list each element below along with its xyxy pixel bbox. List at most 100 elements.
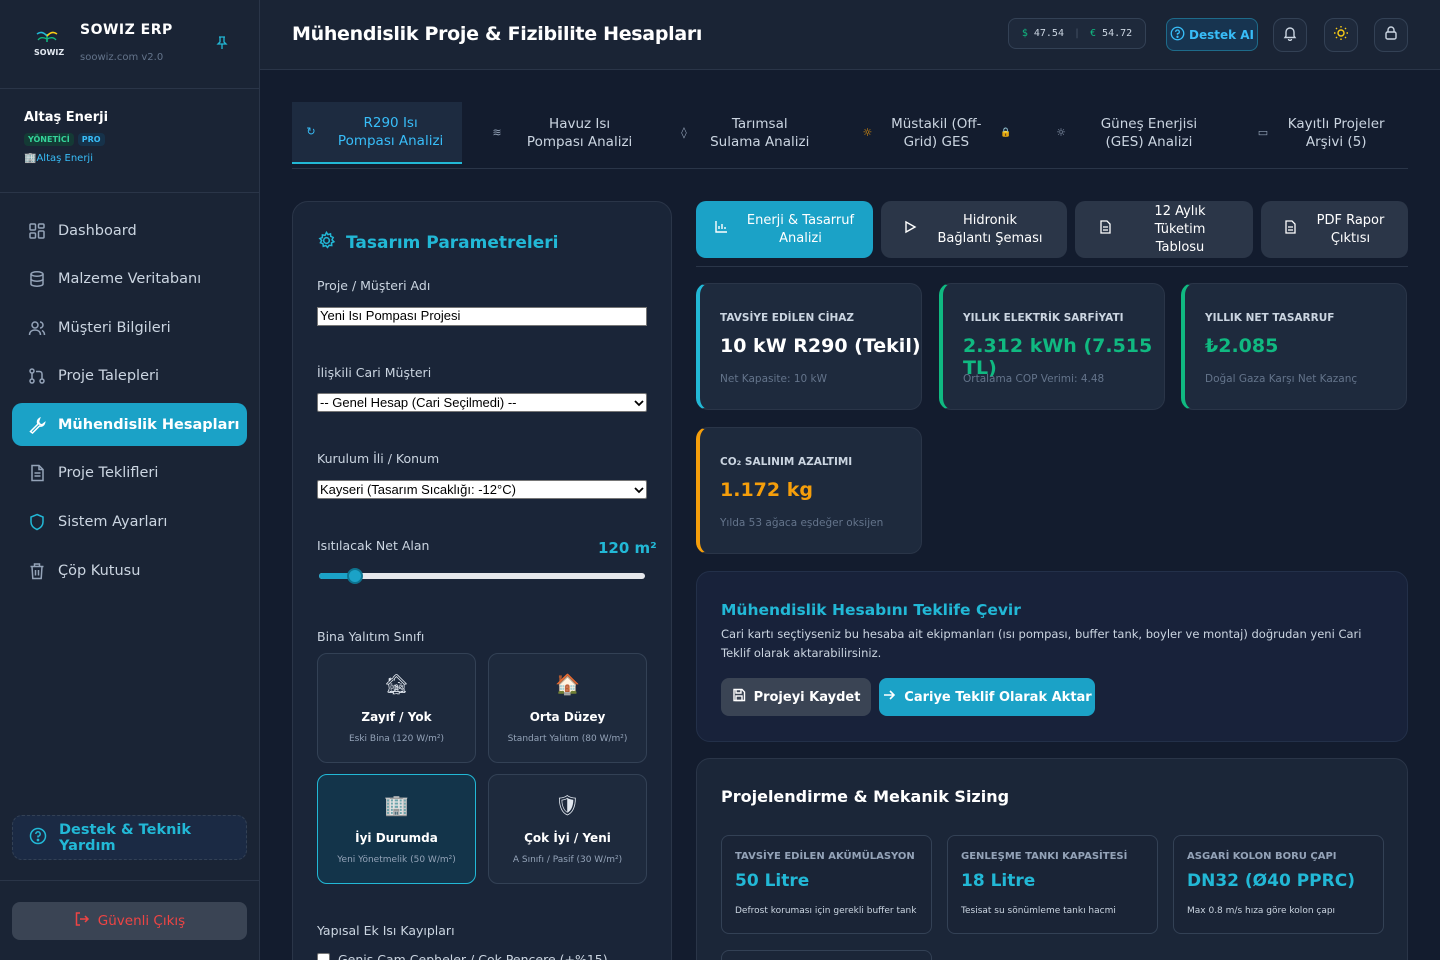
option-subtitle: Standart Yalıtım (80 W/m²) — [507, 734, 628, 744]
sun-icon: ☼ — [862, 126, 873, 139]
brand-header: SOWIZ SOWIZ ERP soowiz.com v2.0 — [0, 0, 259, 89]
tab-off-grid[interactable]: ☼ Müstakil (Off-Grid) GES 🔒 — [852, 102, 1022, 164]
stat-note: Yılda 53 ağaca eşdeğer oksijen — [720, 517, 884, 529]
stat-note: Net Kapasite: 10 kW — [720, 373, 828, 385]
company-name: Altaş Enerji — [24, 110, 109, 125]
chevron-down-icon — [634, 395, 644, 410]
transfer-offer-button[interactable]: Cariye Teklif Olarak Aktar — [879, 678, 1095, 716]
option-subtitle: Yeni Yönetmelik (50 W/m²) — [337, 855, 456, 865]
usd-rate: 47.54 — [1033, 28, 1064, 39]
save-project-button[interactable]: Projeyi Kaydet — [721, 678, 871, 716]
arrow-right-icon — [882, 688, 896, 706]
nav-item-materials[interactable]: Malzeme Veritabanı — [12, 258, 247, 301]
panel-title: Tasarım Parametreleri — [317, 230, 559, 255]
support-ai-button[interactable]: Destek AI — [1166, 18, 1258, 51]
stat-label: YILLIK NET TASARRUF — [1205, 312, 1335, 324]
notifications-button[interactable] — [1273, 18, 1307, 52]
tab-archive[interactable]: ▭ Kayıtlı Projeler Arşivi (5) — [1252, 102, 1392, 164]
tab-label: Havuz Isı Pompası Analizi — [526, 116, 633, 150]
shield-icon: 🛡 — [554, 793, 581, 817]
sun-icon: ☼ — [1056, 126, 1066, 139]
company-link-label: Altaş Enerji — [36, 153, 93, 164]
chevron-down-icon — [634, 482, 644, 497]
subtab-pdf[interactable]: PDF Rapor Çıktısı — [1261, 201, 1408, 258]
subtab-hydronic[interactable]: Hidronik Bağlantı Şeması — [881, 201, 1067, 258]
waves-icon: ≋ — [492, 126, 502, 139]
option-title: Orta Düzey — [529, 710, 606, 724]
bar-chart-icon — [714, 220, 728, 240]
nav-item-offers[interactable]: Proje Teklifleri — [12, 452, 247, 495]
insulation-option-medium[interactable]: 🏠 Orta Düzey Standart Yalıtım (80 W/m²) — [488, 653, 647, 763]
nav-item-project-requests[interactable]: Proje Talepleri — [12, 355, 247, 398]
sizing-note: Tesisat su sönümleme tankı hacmi — [961, 906, 1116, 916]
sizing-title: Projelendirme & Mekanik Sizing — [721, 787, 1010, 806]
tab-label: Güneş Enerjisi (GES) Analizi — [1100, 116, 1198, 150]
tab-irrigation[interactable]: ◊ Tarımsal Sulama Analizi — [670, 102, 826, 164]
area-slider-thumb[interactable] — [346, 568, 363, 584]
nav-item-dashboard[interactable]: Dashboard — [12, 209, 247, 252]
offer-title: Mühendislik Hesabını Teklife Çevir — [721, 601, 1021, 619]
tab-label: Kayıtlı Projeler Arşivi (5) — [1287, 116, 1385, 150]
house-icon: 🏠 — [555, 672, 580, 696]
sizing-card-buffer: TAVSİYE EDİLEN AKÜMÜLASYON 50 Litre Defr… — [721, 835, 932, 934]
area-slider[interactable] — [319, 568, 645, 584]
stat-value: ₺2.085 — [1205, 335, 1279, 357]
nav-label: Sistem Ayarları — [58, 514, 168, 531]
tab-pool-heat-pump[interactable]: ≋ Havuz Isı Pompası Analizi — [482, 102, 650, 164]
rate-divider: | — [1073, 28, 1081, 39]
lock-button[interactable] — [1374, 18, 1408, 52]
option-title: Zayıf / Yok — [361, 710, 432, 724]
insulation-option-very-good[interactable]: 🛡 Çok İyi / Yeni A Sınıfı / Pasif (30 W/… — [488, 774, 647, 884]
help-circle-icon — [1170, 26, 1185, 44]
lock-icon: 🔒 — [1000, 128, 1012, 138]
extra-loss-checkbox-row[interactable]: Geniş Cam Cepheler / Çok Pencere (+%15) — [317, 952, 608, 960]
file-icon — [1283, 219, 1297, 240]
brand-logo: SOWIZ — [30, 26, 66, 62]
analysis-tabs: ↻ R290 Isı Pompası Analizi ≋ Havuz Isı P… — [292, 102, 1408, 169]
subtab-energy[interactable]: Enerji & Tasarruf Analizi — [696, 201, 873, 258]
insulation-label: Bina Yalıtım Sınıfı — [317, 629, 425, 644]
theme-toggle-button[interactable] — [1324, 18, 1358, 52]
logout-label: Güvenli Çıkış — [97, 913, 186, 929]
tab-solar[interactable]: ☼ Güneş Enerjisi (GES) Analizi — [1050, 102, 1220, 164]
file-icon — [1098, 219, 1112, 240]
logout-button[interactable]: Güvenli Çıkış — [12, 902, 247, 940]
building-icon: 🏢 — [384, 793, 409, 817]
brand-name: SOWIZ ERP — [80, 22, 173, 38]
wrench-icon — [27, 415, 47, 435]
insulation-option-weak[interactable]: 🏚 Zayıf / Yok Eski Bina (120 W/m²) — [317, 653, 476, 763]
glass-facade-checkbox[interactable] — [317, 953, 330, 960]
nav-label: Proje Talepleri — [58, 368, 159, 385]
tab-r290[interactable]: ↻ R290 Isı Pompası Analizi — [292, 102, 462, 164]
logout-icon — [74, 911, 90, 931]
stat-annual-savings: YILLIK NET TASARRUF ₺2.085 Doğal Gaza Ka… — [1181, 283, 1407, 410]
transfer-offer-label: Cariye Teklif Olarak Aktar — [904, 689, 1092, 705]
nav-item-settings[interactable]: Sistem Ayarları — [12, 501, 247, 544]
git-pull-icon — [27, 366, 47, 386]
company-link[interactable]: 🏢Altaş Enerji — [24, 153, 93, 164]
pin-icon[interactable] — [216, 36, 228, 54]
panel-title-label: Tasarım Parametreleri — [346, 233, 559, 253]
option-title: İyi Durumda — [355, 831, 438, 845]
support-button[interactable]: Destek & Teknik Yardım — [12, 815, 247, 860]
sizing-note: Defrost koruması için gerekli buffer tan… — [735, 906, 917, 916]
sizing-value: DN32 (Ø40 PPRC) — [1187, 871, 1355, 891]
sprout-icon — [36, 31, 58, 42]
stat-co2-reduction: CO₂ SALINIM AZALTIMI 1.172 kg Yılda 53 a… — [696, 427, 922, 554]
support-ai-label: Destek AI — [1188, 27, 1255, 42]
stat-annual-electricity: YILLIK ELEKTRİK SARFİYATI 2.312 kWh (7.5… — [939, 283, 1165, 410]
subtab-label: Enerji & Tasarruf Analizi — [746, 212, 855, 246]
sizing-card-expansion: GENLEŞME TANKI KAPASİTESİ 18 Litre Tesis… — [947, 835, 1158, 934]
nav-item-customers[interactable]: Müşteri Bilgileri — [12, 306, 247, 349]
nav-item-trash[interactable]: Çöp Kutusu — [12, 549, 247, 592]
sizing-card-partial — [721, 950, 932, 960]
brand-subtitle: soowiz.com v2.0 — [80, 52, 164, 63]
insulation-option-good[interactable]: 🏢 İyi Durumda Yeni Yönetmelik (50 W/m²) — [317, 774, 476, 884]
project-name-input[interactable]: Yeni Isı Pompası Projesi — [317, 307, 647, 326]
location-select[interactable]: Kayseri (Tasarım Sıcaklığı: -12°C) — [317, 480, 647, 499]
customer-select[interactable]: -- Genel Hesap (Cari Seçilmedi) -- — [317, 393, 647, 412]
eur-symbol: € — [1090, 28, 1097, 39]
bell-icon — [1282, 25, 1298, 45]
nav-item-engineering[interactable]: Mühendislik Hesapları — [12, 403, 247, 447]
subtab-consumption[interactable]: 12 Aylık Tüketim Tablosu — [1075, 201, 1253, 258]
